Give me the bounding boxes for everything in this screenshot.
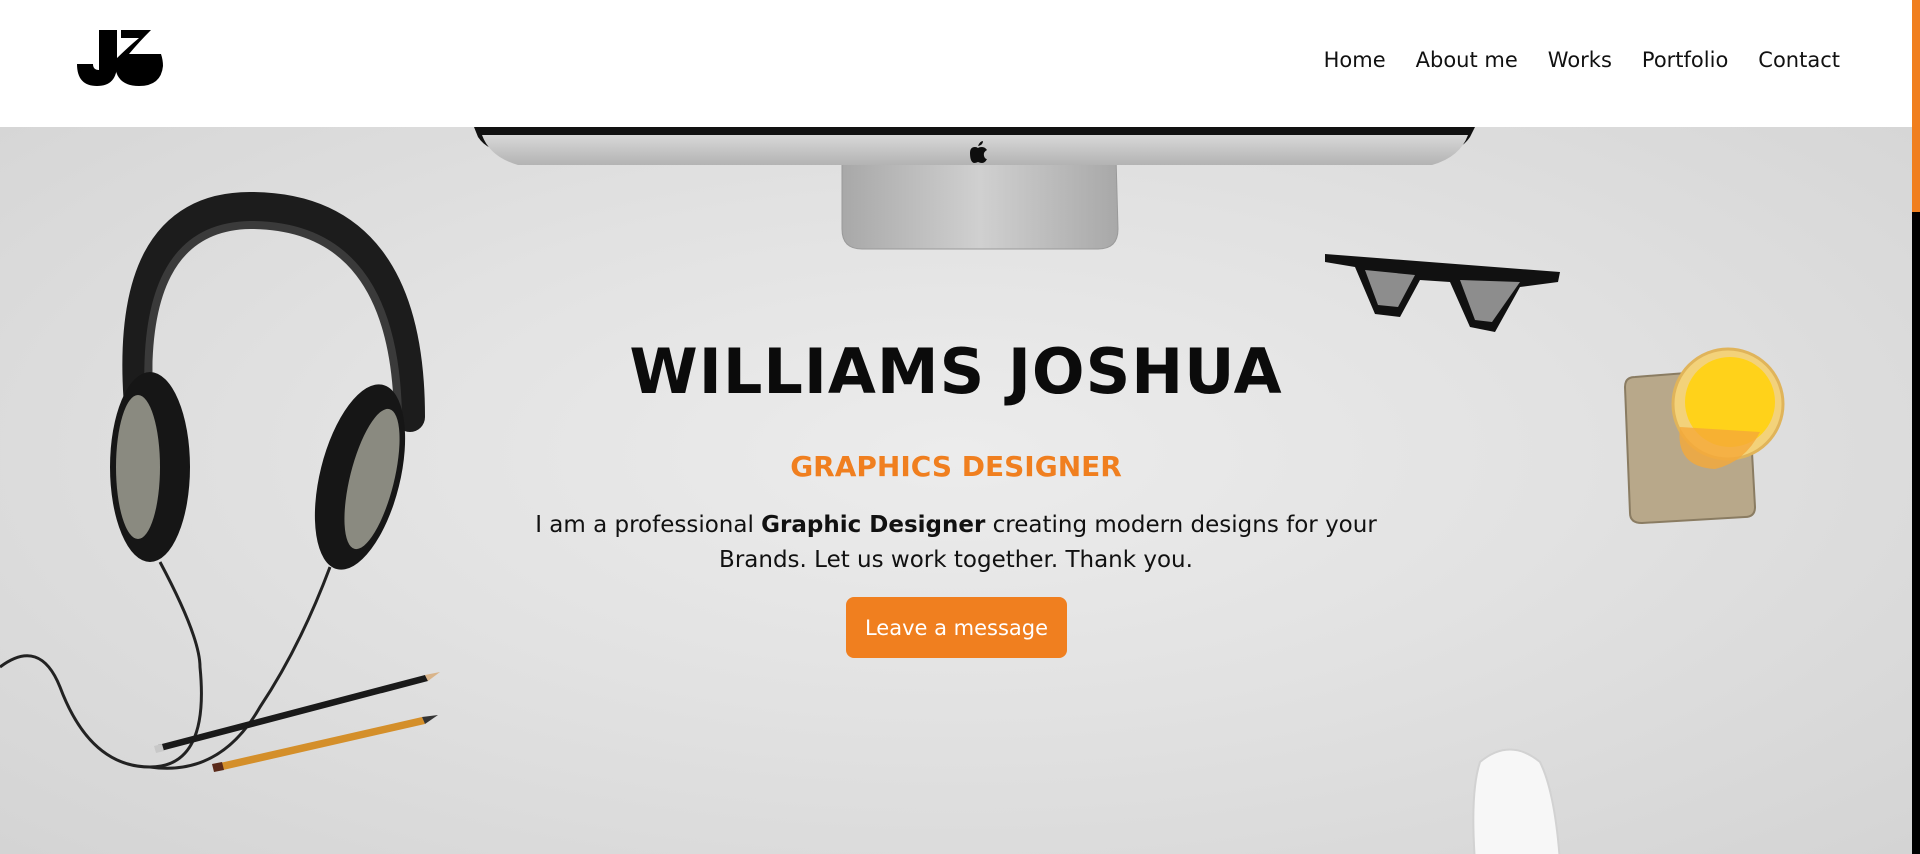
hero-description-bold: Graphic Designer: [761, 512, 986, 538]
hero-description-prefix: I am a professional: [535, 512, 762, 538]
page: WILLIAMS JOSHUA GRAPHICS DESIGNER I am a…: [0, 0, 1912, 854]
nav-works[interactable]: Works: [1548, 48, 1612, 72]
nav-contact[interactable]: Contact: [1758, 48, 1840, 72]
scrollbar-thumb[interactable]: [1912, 0, 1920, 212]
leave-message-button[interactable]: Leave a message: [846, 597, 1067, 658]
page-scrollbar[interactable]: [1912, 0, 1920, 854]
site-header: Home About me Works Portfolio Contact: [0, 0, 1912, 127]
main-nav: Home About me Works Portfolio Contact: [1324, 48, 1840, 72]
hero-name: WILLIAMS JOSHUA: [629, 335, 1283, 408]
hero-section: WILLIAMS JOSHUA GRAPHICS DESIGNER I am a…: [0, 127, 1912, 854]
logo[interactable]: [77, 30, 163, 86]
nav-home[interactable]: Home: [1324, 48, 1386, 72]
nav-about-me[interactable]: About me: [1416, 48, 1518, 72]
hero-role: GRAPHICS DESIGNER: [790, 450, 1122, 483]
nav-portfolio[interactable]: Portfolio: [1642, 48, 1728, 72]
hero-description: I am a professional Graphic Designer cre…: [510, 508, 1402, 578]
